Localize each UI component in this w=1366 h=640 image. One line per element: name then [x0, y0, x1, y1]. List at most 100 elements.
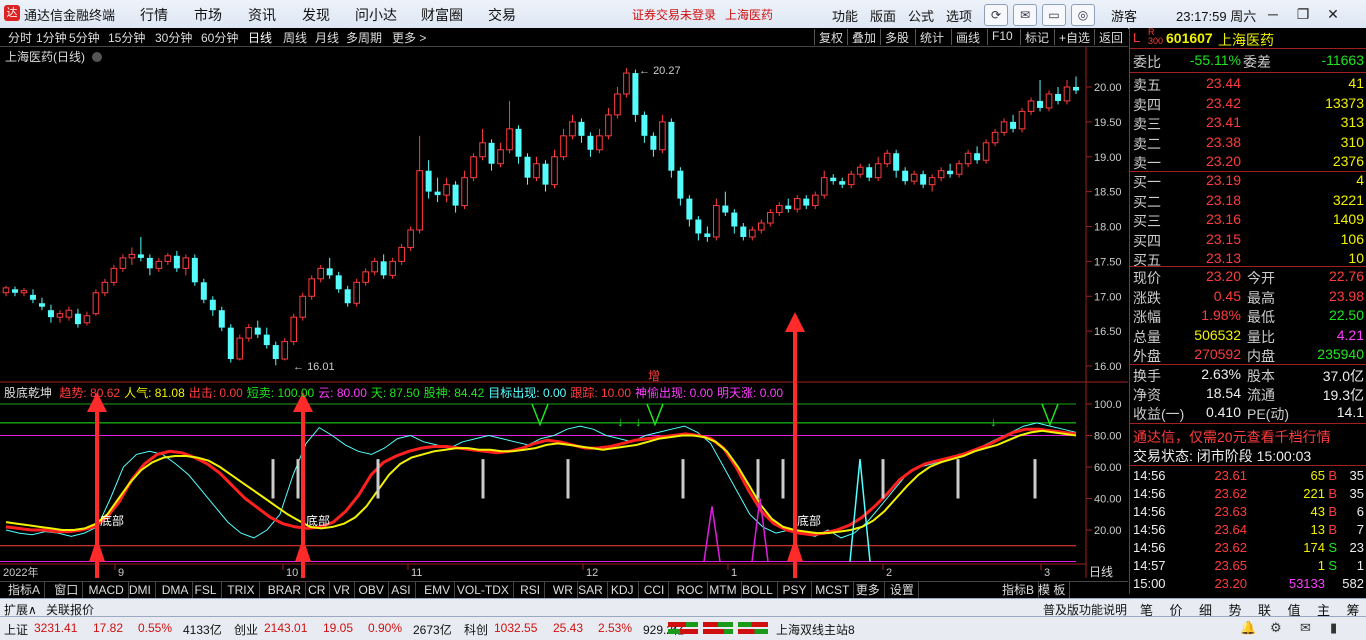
indicator-tab[interactable]: MACD	[85, 582, 129, 599]
user-label[interactable]: 游客	[1111, 6, 1137, 25]
ask-row[interactable]: 卖三 23.41 313	[1130, 114, 1366, 133]
restore-icon[interactable]: ❐	[1292, 4, 1314, 24]
date-label: 10	[286, 567, 298, 578]
date-label: 2	[886, 567, 892, 578]
candle-body	[632, 73, 639, 115]
indicator-tab[interactable]: PSY	[779, 582, 812, 599]
stock-code: 601607	[1166, 30, 1213, 46]
indicator-name[interactable]: 股底乾坤	[4, 386, 52, 400]
menu-shichang[interactable]: 市场	[194, 5, 222, 25]
signal-icon[interactable]: ▮	[1330, 620, 1337, 636]
back-button[interactable]: 返回	[1094, 29, 1127, 45]
menu-wenxiaoda[interactable]: 问小达	[355, 5, 397, 25]
indicator-tab[interactable]: VOL-TDX	[453, 582, 514, 599]
indicator-tab[interactable]: ASI	[387, 582, 416, 599]
settings-icon[interactable]: ⚙	[1270, 620, 1282, 636]
login-notice[interactable]: 证券交易未登录	[632, 6, 716, 23]
indicator-tab[interactable]: BRAR	[264, 582, 307, 599]
indicator-tab[interactable]: CR	[304, 582, 331, 599]
indicator-tab[interactable]: BOLL	[738, 582, 778, 599]
notice-stock-name[interactable]: 上海医药	[725, 6, 773, 23]
close-icon[interactable]: ✕	[1322, 4, 1344, 24]
candle-body	[731, 212, 738, 227]
multi-stock-button[interactable]: 多股	[880, 29, 913, 45]
ask-row[interactable]: 卖四 23.42 13373	[1130, 95, 1366, 114]
overlay-button[interactable]: 叠加	[847, 29, 880, 45]
ask-label: 卖一	[1133, 155, 1161, 171]
f10-button[interactable]: F10	[987, 29, 1017, 45]
server-name[interactable]: 上海双线主站8	[776, 621, 855, 638]
indicator-tab[interactable]: DMI	[125, 582, 156, 599]
bid-row[interactable]: 买三 23.16 1409	[1130, 211, 1366, 230]
index-quote-item: 创业	[234, 623, 259, 637]
indicator-tab[interactable]: SAR	[574, 582, 608, 599]
bid-row[interactable]: 买二 23.18 3221	[1130, 192, 1366, 211]
fuquan-button[interactable]: 复权	[814, 29, 847, 45]
indicator-tab[interactable]: 指标A	[4, 582, 46, 599]
menu-caifuquan[interactable]: 财富圈	[421, 5, 463, 25]
indicator-legend-item: 短卖: 100.00	[246, 386, 315, 400]
period-1min[interactable]: 1分钟	[36, 29, 67, 46]
promo-banner[interactable]: 通达信，仅需20元查看千档行情	[1133, 427, 1331, 447]
menu-zixun[interactable]: 资讯	[248, 5, 276, 25]
indicator-tab[interactable]: DMA	[158, 582, 194, 599]
menu-gongshi[interactable]: 公式	[908, 6, 934, 25]
menu-banmian[interactable]: 版面	[870, 6, 896, 25]
ask-row[interactable]: 卖五 23.44 41	[1130, 75, 1366, 94]
stat-row: 涨幅 1.98% 最低 22.50	[1133, 307, 1364, 325]
indicator-tab[interactable]: EMV	[420, 582, 456, 599]
period-60min[interactable]: 60分钟	[201, 29, 238, 46]
menu-hangqing[interactable]: 行情	[140, 5, 168, 25]
indicator-tab[interactable]: 设置	[886, 582, 919, 599]
trade-status: 交易状态: 闭市阶段 15:00:03	[1133, 448, 1312, 464]
ask-row[interactable]: 卖二 23.38 310	[1130, 134, 1366, 153]
bid-row[interactable]: 买四 23.15 106	[1130, 231, 1366, 250]
candle-body	[920, 174, 927, 185]
period-15min[interactable]: 15分钟	[108, 29, 145, 46]
indicator-tab[interactable]: RSI	[516, 582, 546, 599]
candle-body	[56, 313, 64, 318]
candle-body	[614, 93, 621, 116]
template-tab[interactable]: 指标B	[998, 582, 1040, 599]
indicator-tab[interactable]: VR	[329, 582, 355, 599]
minimize-icon[interactable]: ─	[1262, 4, 1284, 24]
indicator-tab[interactable]: OBV	[355, 582, 389, 599]
message-icon[interactable]: ✉	[1013, 4, 1037, 26]
draw-button[interactable]: 画线	[951, 29, 984, 45]
index-quote-item: 科创	[464, 623, 489, 637]
period-30min[interactable]: 30分钟	[155, 29, 192, 46]
indicator-tab[interactable]: FSL	[191, 582, 222, 599]
bell-icon[interactable]: 🔔	[1240, 620, 1256, 636]
indicator-tab[interactable]: MTM	[705, 582, 742, 599]
add-watchlist-button[interactable]: +自选	[1054, 29, 1094, 45]
period-weekly[interactable]: 周线	[283, 29, 307, 46]
template-tab[interactable]: 模 板	[1034, 582, 1071, 599]
period-multi[interactable]: 多周期	[346, 29, 382, 46]
period-daily[interactable]: 日线	[248, 29, 272, 46]
period-monthly[interactable]: 月线	[315, 29, 339, 46]
kline-chart[interactable]: 20.00 19.50 19.00 18.50 18.00 17.50 17.00 16.50…	[0, 47, 1128, 607]
indicator-tab[interactable]: CCI	[640, 582, 670, 599]
indicator-tab[interactable]: 窗口	[50, 582, 84, 599]
stats-button[interactable]: 统计	[915, 29, 948, 45]
menu-xuanxiang[interactable]: 选项	[946, 6, 972, 25]
chart-options-icon[interactable]	[92, 52, 102, 62]
indicator-tab[interactable]: KDJ	[607, 582, 639, 599]
refresh-icon[interactable]: ⟳	[984, 4, 1008, 26]
menu-faxian[interactable]: 发现	[302, 5, 330, 25]
bid-row[interactable]: 买一 23.19 4	[1130, 172, 1366, 191]
indicator-tab[interactable]: MCST	[811, 582, 855, 599]
menu-jiaoyi[interactable]: 交易	[488, 5, 516, 25]
compass-icon[interactable]: ◎	[1071, 4, 1095, 26]
indicator-tab[interactable]: ROC	[673, 582, 709, 599]
indicator-tab[interactable]: TRIX	[223, 582, 260, 599]
screen-icon[interactable]: ▭	[1042, 4, 1066, 26]
indicator-tab[interactable]: 更多	[852, 582, 885, 599]
ask-row[interactable]: 卖一 23.20 2376	[1130, 153, 1366, 172]
mark-button[interactable]: 标记	[1020, 29, 1053, 45]
menu-gongneng[interactable]: 功能	[832, 6, 858, 25]
period-fenshi[interactable]: 分时	[8, 29, 32, 46]
period-more[interactable]: 更多 >	[392, 29, 426, 46]
period-5min[interactable]: 5分钟	[69, 29, 100, 46]
chat-icon[interactable]: ✉	[1300, 620, 1311, 636]
